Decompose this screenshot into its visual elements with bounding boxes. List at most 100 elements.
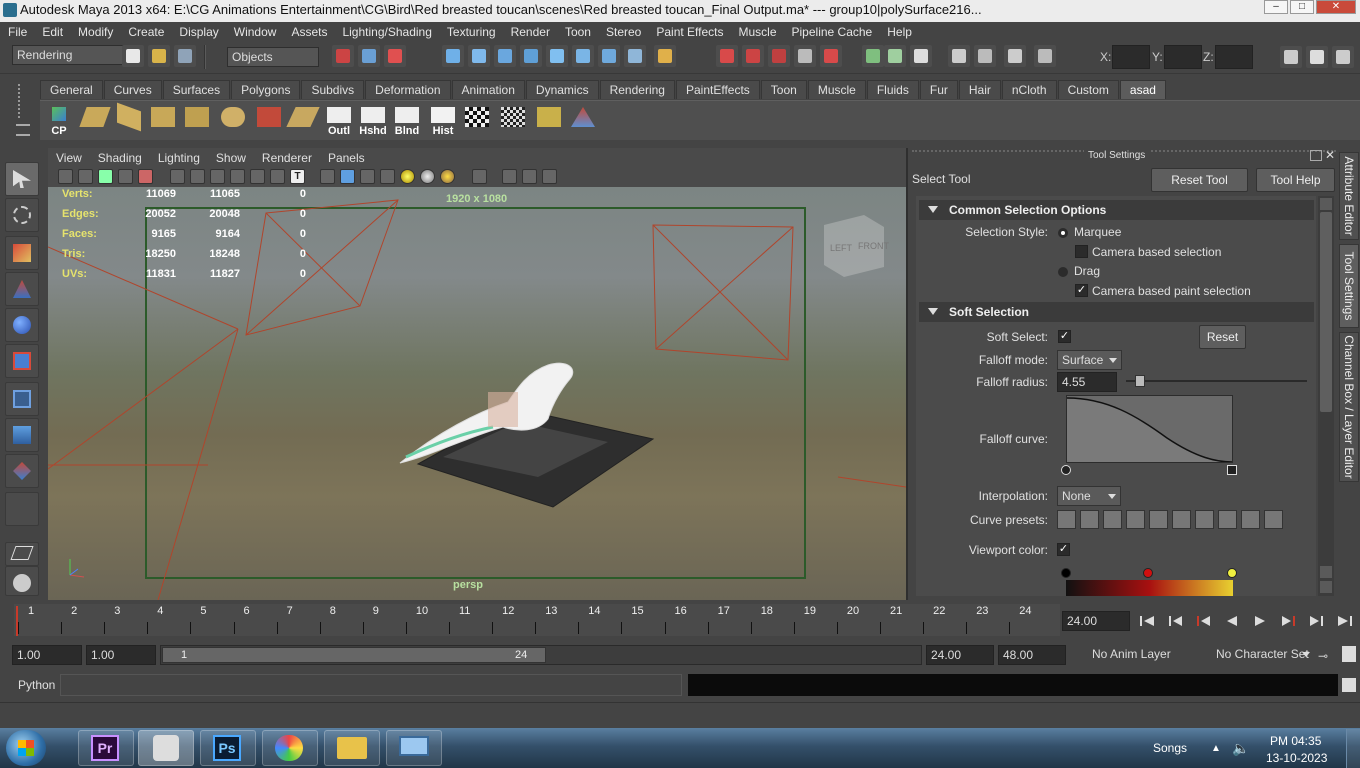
menu-texturing[interactable]: Texturing	[439, 25, 503, 39]
paint-select-tool-button[interactable]	[5, 236, 39, 270]
range-slider-handle[interactable]: 1 24	[162, 647, 546, 663]
shelf-tab-animation[interactable]: Animation	[451, 80, 525, 99]
camera-based-selection-checkbox[interactable]	[1075, 245, 1088, 258]
move-tool-button[interactable]	[5, 272, 39, 306]
script-language-label[interactable]: Python	[18, 678, 55, 692]
menu-paint-effects[interactable]: Paint Effects	[648, 25, 730, 39]
shelf-tab-ncloth[interactable]: nCloth	[1001, 80, 1057, 99]
curve-preset-down-icon[interactable]	[1103, 510, 1122, 529]
tool-help-button[interactable]: Tool Help	[1256, 168, 1335, 192]
center-pivot-button[interactable]: CP	[44, 105, 74, 137]
reset-tool-button[interactable]: Reset Tool	[1151, 168, 1248, 192]
viewport-menu-view[interactable]: View	[48, 151, 90, 165]
film-gate-icon[interactable]	[190, 169, 205, 184]
use-all-lights-icon[interactable]	[400, 169, 415, 184]
panel-float-icon[interactable]	[1310, 150, 1322, 161]
preferences-icon[interactable]	[1342, 646, 1356, 662]
show-desktop-button[interactable]	[1346, 729, 1360, 768]
select-tool-button[interactable]	[5, 162, 39, 196]
playback-start-field[interactable]: 1.00	[86, 645, 156, 665]
hud-icon[interactable]	[542, 169, 557, 184]
curve-preset-custom-icon[interactable]	[1264, 510, 1283, 529]
minimize-button[interactable]: –	[1264, 0, 1288, 14]
viewport-scene[interactable]: LEFT FRONT Verts: 11069 11065 0 Edges: 2…	[48, 187, 906, 600]
interpolation-dropdown[interactable]: None	[1057, 486, 1121, 506]
select-component-icon[interactable]	[384, 45, 406, 67]
select-hierarchy-icon[interactable]	[332, 45, 354, 67]
safe-title-icon[interactable]: T	[290, 169, 305, 184]
menuset-dropdown[interactable]: Rendering	[12, 45, 124, 65]
soft-select-checkbox[interactable]: ✓	[1058, 330, 1071, 343]
viewport-menu-shading[interactable]: Shading	[90, 151, 150, 165]
taskbar-premiere[interactable]: Pr	[78, 730, 134, 766]
snap-live-icon[interactable]	[598, 45, 620, 67]
menu-lighting-shading[interactable]: Lighting/Shading	[334, 25, 438, 39]
time-ruler[interactable]	[14, 604, 1060, 636]
curve-key-start-icon[interactable]	[1061, 465, 1071, 475]
character-set-dropdown[interactable]: No Character Set	[1194, 645, 1314, 665]
wireframe-on-shaded-icon[interactable]	[360, 169, 375, 184]
uv-spherical-icon[interactable]	[148, 105, 178, 137]
drag-radio[interactable]	[1058, 267, 1068, 277]
menu-muscle[interactable]: Muscle	[731, 25, 784, 39]
curve-preset-bell-icon[interactable]	[1149, 510, 1168, 529]
menu-render[interactable]: Render	[503, 25, 557, 39]
step-back-frame-icon[interactable]	[1194, 613, 1214, 629]
soft-select-reset-button[interactable]: Reset	[1199, 325, 1246, 349]
soft-mod-tool-button[interactable]	[5, 418, 39, 452]
shelf-tab-dynamics[interactable]: Dynamics	[525, 80, 599, 99]
input-line-icon[interactable]	[862, 45, 884, 67]
curve-preset-linear-icon[interactable]	[1057, 510, 1076, 529]
shelf-tab-polygons[interactable]: Polygons	[231, 80, 301, 99]
viewport-color-checkbox[interactable]: ✓	[1057, 543, 1070, 556]
shelf-tab-asad[interactable]: asad	[1119, 80, 1166, 99]
shelf-tab-muscle[interactable]: Muscle	[807, 80, 866, 99]
viewport-menu-lighting[interactable]: Lighting	[150, 151, 208, 165]
uv-cylindrical-icon[interactable]	[114, 102, 144, 137]
step-forward-frame-icon[interactable]	[1278, 613, 1298, 629]
ipr-render-icon[interactable]	[768, 45, 790, 67]
snap-surface-icon[interactable]	[546, 45, 568, 67]
shadows-icon[interactable]	[420, 169, 435, 184]
color-key-yellow-icon[interactable]	[1227, 568, 1237, 578]
shelf-tab-curves[interactable]: Curves	[103, 80, 162, 99]
save-scene-icon[interactable]	[174, 45, 196, 67]
z-field[interactable]	[1215, 45, 1253, 69]
help-icon[interactable]	[624, 45, 646, 67]
channel-box-toggle-icon[interactable]	[1332, 46, 1354, 68]
camera-based-paint-checkbox[interactable]: ✓	[1075, 284, 1088, 297]
menu-create[interactable]: Create	[120, 25, 171, 39]
common-selection-header[interactable]: Common Selection Options	[919, 200, 1314, 220]
construction-history-icon[interactable]	[716, 45, 738, 67]
render-settings-icon[interactable]	[794, 45, 816, 67]
snap-point-icon[interactable]	[494, 45, 516, 67]
x-field[interactable]	[1112, 45, 1150, 69]
curve-preset-flat-icon[interactable]	[1126, 510, 1145, 529]
menu-toon[interactable]: Toon	[557, 25, 598, 39]
clock-time[interactable]: PM 04:35	[1270, 734, 1321, 748]
side-tab-attribute-editor[interactable]: Attribute Editor	[1339, 152, 1359, 240]
checker-texture-icon[interactable]	[498, 105, 528, 137]
outliner-layout-icon[interactable]	[1034, 45, 1056, 67]
scale-tool-button[interactable]	[5, 344, 39, 378]
camera-attributes-icon[interactable]	[78, 169, 93, 184]
snap-curve-icon[interactable]	[468, 45, 490, 67]
shelf-tab-subdivs[interactable]: Subdivs	[301, 80, 365, 99]
songs-toolbar-label[interactable]: Songs	[1153, 741, 1187, 755]
delete-history-button[interactable]: Hist	[428, 105, 458, 137]
taskbar-photoshop[interactable]: Ps	[200, 730, 256, 766]
layout-icon[interactable]	[948, 45, 970, 67]
soft-selection-header[interactable]: Soft Selection	[919, 302, 1314, 322]
uv-layout-icon[interactable]	[254, 105, 284, 137]
step-forward-key-icon[interactable]	[1306, 613, 1326, 629]
show-manipulator-button[interactable]	[5, 454, 39, 488]
grease-pencil-icon[interactable]	[138, 169, 153, 184]
color-key-red-icon[interactable]	[1143, 568, 1153, 578]
menu-file[interactable]: File	[0, 25, 34, 39]
layout-script-button[interactable]	[5, 566, 39, 596]
last-tool-button[interactable]	[5, 492, 39, 526]
layout-four-icon[interactable]	[1004, 45, 1026, 67]
animation-start-field[interactable]: 1.00	[12, 645, 82, 665]
start-button[interactable]	[6, 730, 46, 766]
playback-end-field[interactable]: 24.00	[926, 645, 994, 665]
